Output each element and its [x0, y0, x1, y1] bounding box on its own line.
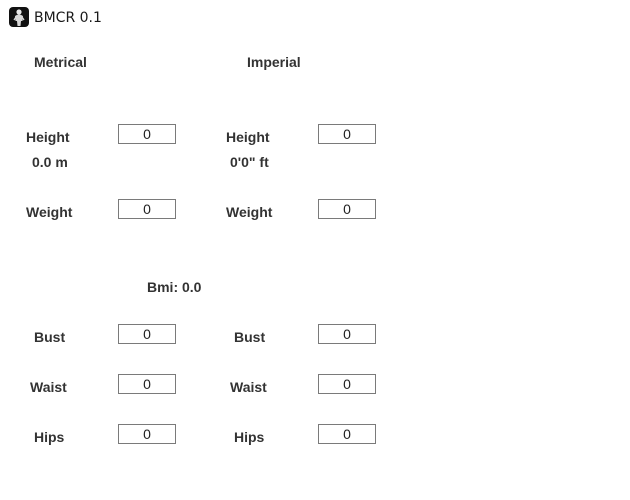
- bmi-result: Bmi: 0.0: [147, 279, 202, 295]
- title-bar: BMCR 0.1: [0, 0, 630, 34]
- metric-height-display: 0.0 m: [32, 154, 68, 170]
- imperial-weight-label: Weight: [226, 204, 273, 220]
- metric-hips-input[interactable]: [118, 424, 176, 444]
- metric-waist-label: Waist: [30, 379, 67, 395]
- imperial-bust-label: Bust: [234, 329, 266, 345]
- imperial-bust-input[interactable]: [318, 324, 376, 344]
- imperial-waist-input[interactable]: [318, 374, 376, 394]
- metric-waist-input[interactable]: [118, 374, 176, 394]
- imperial-header: Imperial: [247, 54, 301, 70]
- window-title: BMCR 0.1: [34, 10, 102, 26]
- imperial-height-input[interactable]: [318, 124, 376, 144]
- metric-hips-label: Hips: [34, 429, 65, 445]
- imperial-waist-label: Waist: [230, 379, 267, 395]
- imperial-hips-input[interactable]: [318, 424, 376, 444]
- imperial-height-label: Height: [226, 129, 270, 145]
- imperial-height-display: 0'0" ft: [230, 154, 269, 170]
- metric-weight-label: Weight: [26, 204, 73, 220]
- metric-height-input[interactable]: [118, 124, 176, 144]
- metric-bust-input[interactable]: [118, 324, 176, 344]
- metric-height-label: Height: [26, 129, 70, 145]
- app-logo-icon: [9, 7, 29, 27]
- imperial-weight-input[interactable]: [318, 199, 376, 219]
- metric-weight-input[interactable]: [118, 199, 176, 219]
- metric-header: Metrical: [34, 54, 87, 70]
- metric-bust-label: Bust: [34, 329, 66, 345]
- imperial-hips-label: Hips: [234, 429, 265, 445]
